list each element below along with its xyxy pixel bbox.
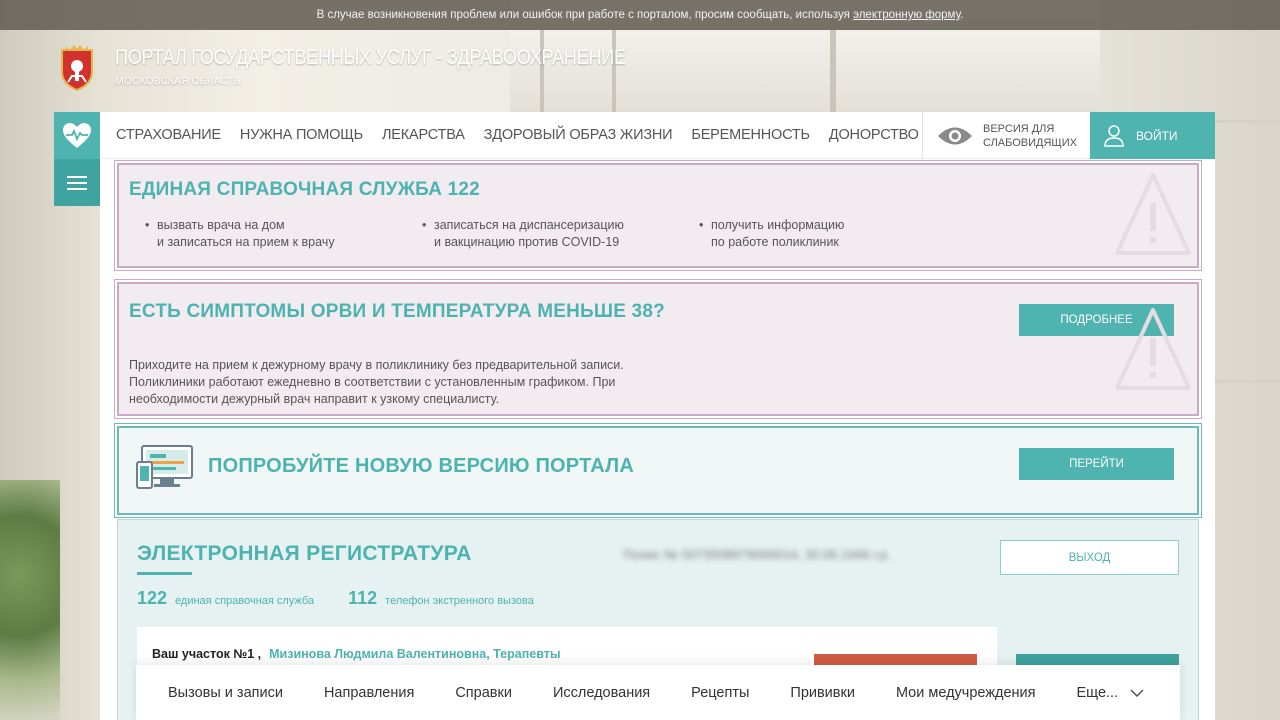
help-service-card: ЕДИНАЯ СПРАВОЧНАЯ СЛУЖБА 122 вызвать вра… [114, 160, 1202, 271]
help-service-title: ЕДИНАЯ СПРАВОЧНАЯ СЛУЖБА 122 [129, 179, 480, 200]
notice-text: В случае возникновения проблем или ошибо… [316, 9, 854, 21]
tab-certificates[interactable]: Справки [455, 685, 512, 701]
notice-end: . [960, 9, 964, 21]
tab-more[interactable]: Еще... [1077, 685, 1145, 701]
go-button[interactable]: Перейти [1019, 448, 1174, 480]
list-item: получить информацию по работе поликлиник [699, 217, 978, 251]
nav-item-donation[interactable]: Донорство [829, 127, 919, 143]
tab-vaccinations[interactable]: Прививки [790, 685, 855, 701]
main-panel: Страхование Нужна помощь Лекарства Здоро… [100, 112, 1215, 720]
symptoms-title: ЕСТЬ СИМПТОМЫ ОРВИ И ТЕМПЕРАТУРА МЕНЬШЕ … [129, 301, 665, 322]
background-frame [612, 30, 616, 112]
low-vision-label-2: слабовидящих [983, 136, 1077, 149]
phone-label: телефон экстренного вызова [385, 595, 534, 607]
symptoms-text: Приходите на прием к дежурному врачу в п… [129, 358, 624, 406]
notice-bar: В случае возникновения проблем или ошибо… [0, 0, 1280, 30]
symptoms-card: ЕСТЬ СИМПТОМЫ ОРВИ И ТЕМПЕРАТУРА МЕНЬШЕ … [114, 279, 1202, 419]
warning-icon [1115, 173, 1191, 255]
phone-numbers: 122 единая справочная служба 112 телефон… [137, 588, 568, 609]
list-item: записаться на диспансеризацию и вакцинац… [422, 217, 701, 251]
registry-tabs: Вызовы и записи Направления Справки Иссл… [136, 665, 1180, 720]
nav-item-insurance[interactable]: Страхование [116, 127, 221, 143]
title-underline [137, 572, 192, 575]
portal-title[interactable]: ПОРТАЛ ГОСУДАРСТВЕННЫХ УСЛУГ - ЗДРАВООХР… [115, 46, 626, 70]
user-icon [1104, 124, 1124, 147]
nav-item-medicines[interactable]: Лекарства [382, 127, 465, 143]
hamburger-icon [67, 175, 87, 190]
background-frame [830, 30, 836, 112]
login-button[interactable]: Войти [1090, 112, 1215, 159]
low-vision-label-1: Версия для [983, 122, 1055, 135]
low-vision-button[interactable]: Версия для слабовидящих [922, 112, 1090, 159]
tab-prescriptions[interactable]: Рецепты [691, 685, 749, 701]
tab-my-clinics[interactable]: Мои медучреждения [896, 685, 1036, 701]
menu-button[interactable] [54, 159, 100, 206]
background-tree [0, 480, 60, 720]
nav-item-healthy-lifestyle[interactable]: Здоровый образ жизни [484, 127, 673, 143]
nav-item-pregnancy[interactable]: Беременность [691, 127, 810, 143]
phone-number[interactable]: 122 [137, 588, 167, 609]
devices-icon [136, 445, 193, 489]
coat-of-arms-icon[interactable] [58, 44, 96, 92]
feedback-form-link[interactable]: электронную форму [853, 9, 960, 21]
doctor-link[interactable]: Мизинова Людмила Валентиновна, Терапевты [269, 647, 560, 661]
background-frame [1215, 120, 1280, 123]
login-label: Войти [1136, 128, 1178, 143]
registry-title: ЭЛЕКТРОННАЯ РЕГИСТРАТУРА [137, 542, 472, 565]
tab-referrals[interactable]: Направления [324, 685, 414, 701]
eye-icon [938, 127, 972, 144]
policy-info: Полис № 5073508979000014, 30.06.1946 г.р… [623, 547, 891, 562]
tab-examinations[interactable]: Исследования [553, 685, 650, 701]
background-frame [1215, 380, 1280, 383]
phone-label: единая справочная служба [175, 595, 315, 607]
phone-number[interactable]: 112 [348, 588, 377, 609]
district-label: Ваш участок №1 , [152, 647, 262, 661]
new-version-title: ПОПРОБУЙТЕ НОВУЮ ВЕРСИЮ ПОРТАЛА [208, 455, 635, 477]
warning-icon [1115, 308, 1191, 390]
home-button[interactable] [54, 112, 100, 159]
heart-pulse-icon [63, 122, 91, 148]
tab-calls-and-appointments[interactable]: Вызовы и записи [168, 685, 283, 701]
new-version-card: ПОПРОБУЙТЕ НОВУЮ ВЕРСИЮ ПОРТАЛА Перейти [114, 423, 1202, 518]
nav-item-help[interactable]: Нужна помощь [240, 127, 363, 143]
help-service-list: вызвать врача на дом и записаться на при… [145, 217, 978, 251]
exit-button[interactable]: Выход [1000, 540, 1179, 575]
tab-more-label: Еще... [1076, 684, 1119, 701]
background-frame [540, 30, 544, 112]
chevron-down-icon [1130, 688, 1144, 697]
list-item: вызвать врача на дом и записаться на при… [145, 217, 424, 251]
portal-subtitle: МОСКОВСКАЯ ОБЛАСТЬ [115, 75, 241, 87]
